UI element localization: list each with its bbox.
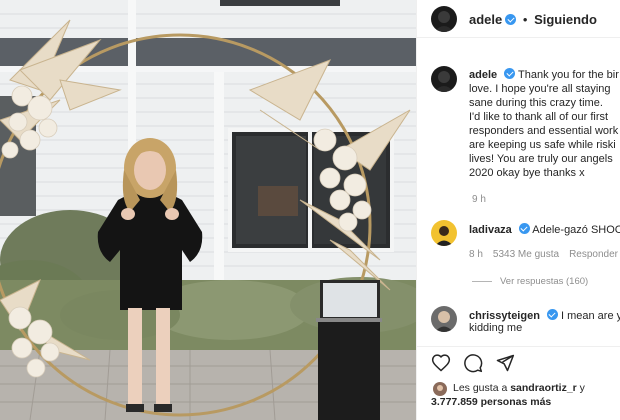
- commenter-avatar[interactable]: [431, 306, 457, 332]
- heart-icon[interactable]: [431, 353, 451, 373]
- share-icon[interactable]: [495, 353, 515, 373]
- view-replies-link[interactable]: Ver respuestas (160): [472, 276, 588, 287]
- likes-line-1: Les gusta a sandraortiz_r y: [453, 382, 585, 394]
- post-header: adele • Siguiendo: [417, 0, 620, 38]
- liker-avatar[interactable]: [433, 382, 447, 396]
- comment-text: chrissyteigen I mean are yo kidding me: [469, 309, 620, 334]
- commenter-username[interactable]: chrissyteigen: [469, 310, 540, 322]
- verified-icon: [546, 309, 558, 320]
- caption-author-avatar[interactable]: [431, 66, 457, 92]
- likes-count[interactable]: 3.777.859 personas más: [431, 396, 551, 408]
- comment-text-line-2: kidding me: [469, 322, 523, 334]
- post-caption: adele Thank you for the bir love. I hope…: [469, 68, 620, 180]
- caption-line-1: adele Thank you for the bir: [469, 68, 619, 81]
- verified-icon: [505, 14, 517, 25]
- caption-avatar-image: [431, 66, 457, 92]
- header-separator: •: [522, 12, 528, 27]
- comment-text: ladivaza Adele-gazó SHOC: [469, 223, 620, 236]
- comment-time: 8 h: [469, 249, 483, 260]
- caption-line-8: 2020 okay bye thanks x: [469, 167, 585, 179]
- author-avatar[interactable]: [431, 6, 457, 32]
- caption-line-3: sane during this crazy time.: [469, 97, 603, 109]
- follow-button[interactable]: Siguiendo: [534, 12, 597, 27]
- commenter-avatar[interactable]: [431, 220, 457, 246]
- commenter-username[interactable]: ladivaza: [469, 224, 512, 236]
- comment-likes[interactable]: 5343 Me gusta: [493, 249, 559, 260]
- caption-line-6: are keeping us safe while riski: [469, 139, 616, 151]
- author-username[interactable]: adele: [469, 12, 502, 27]
- caption-line-7: lives! You are truly our angels: [469, 153, 613, 165]
- comment-meta: 8 h 5343 Me gusta Responder: [469, 249, 620, 260]
- verified-icon: [518, 223, 530, 234]
- liker-avatar-image: [433, 382, 447, 396]
- likes-summary: Les gusta a sandraortiz_r y 3.777.859 pe…: [417, 378, 620, 420]
- post-time: 9 h: [472, 194, 486, 205]
- reply-button[interactable]: Responder: [569, 249, 618, 260]
- caption-line-5: responders and essential work: [469, 125, 619, 137]
- author-avatar-image: [431, 6, 457, 32]
- liker-username[interactable]: sandraortiz_r: [510, 382, 577, 394]
- caption-line-4: I'd like to thank all of our first: [469, 111, 609, 123]
- post-photo[interactable]: [0, 0, 416, 420]
- post-side-panel: adele • Siguiendo adele Thank you for th…: [416, 0, 620, 420]
- commenter-avatar-image: [431, 220, 457, 246]
- caption-username[interactable]: adele: [469, 69, 497, 81]
- comment-icon[interactable]: [463, 353, 483, 373]
- commenter-avatar-image: [431, 306, 457, 332]
- likes-line-2: 3.777.859 personas más: [431, 396, 551, 408]
- verified-icon: [504, 68, 516, 79]
- post-actions: [417, 346, 620, 376]
- caption-line-2: love. I hope you're all staying: [469, 83, 611, 95]
- photo-illustration: [0, 0, 416, 420]
